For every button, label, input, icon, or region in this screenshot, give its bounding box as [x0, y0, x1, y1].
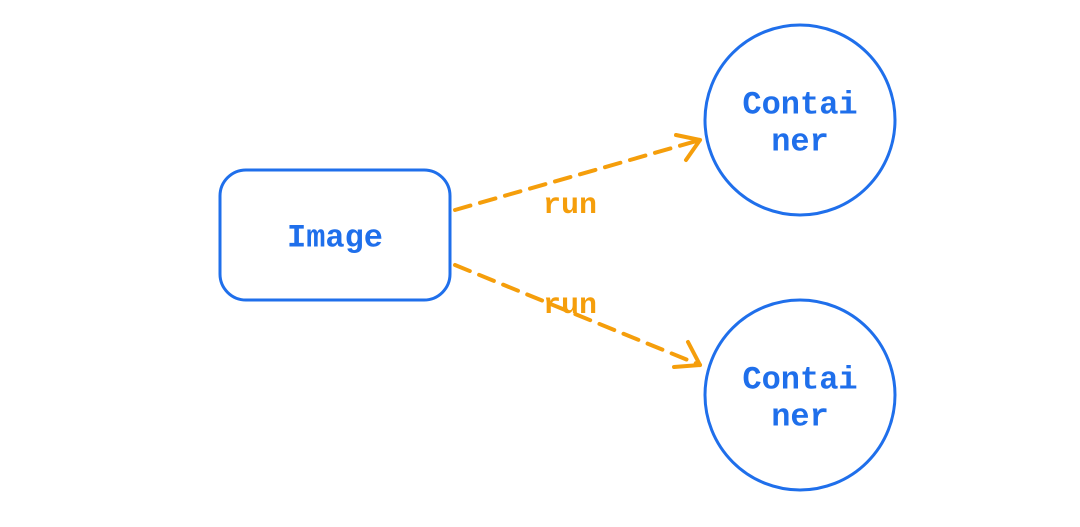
container-node-2-line1: Contai	[742, 361, 857, 398]
image-node: Image	[220, 170, 450, 300]
container-node-2-line2: ner	[771, 398, 829, 435]
container-node-1: Contai ner	[705, 25, 895, 215]
container-node-1-line2: ner	[771, 123, 829, 160]
diagram-canvas: Image Contai ner Contai ner run run	[0, 0, 1080, 527]
run-edge-1: run	[455, 135, 700, 223]
run-edge-1-label: run	[543, 189, 597, 223]
container-node-2: Contai ner	[705, 300, 895, 490]
run-edge-2-label: run	[543, 289, 597, 323]
run-edge-2: run	[455, 265, 700, 367]
image-node-label: Image	[287, 219, 383, 256]
container-node-1-line1: Contai	[742, 86, 857, 123]
